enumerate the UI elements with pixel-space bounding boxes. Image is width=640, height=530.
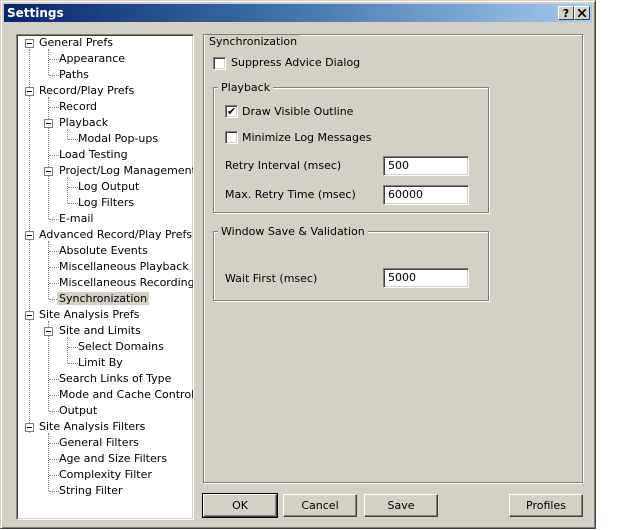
tree-item-output[interactable]: Output (59, 403, 97, 419)
tree-item-record[interactable]: Record (59, 99, 97, 115)
tree-item-misc-recording[interactable]: Miscellaneous Recording (59, 275, 193, 291)
wait-first-input[interactable]: 5000 (383, 268, 469, 288)
window-save-group (213, 231, 489, 301)
settings-window: Settings ? General Prefs Appearance Path… (0, 0, 596, 529)
max-retry-label: Max. Retry Time (msec) (225, 188, 356, 201)
collapse-icon[interactable] (25, 231, 34, 240)
tree-item-general-prefs[interactable]: General Prefs (39, 35, 113, 51)
tree-line (48, 49, 49, 75)
tree-item-string-filter[interactable]: String Filter (59, 483, 123, 499)
suppress-advice-checkbox[interactable] (213, 57, 226, 70)
retry-interval-input[interactable]: 500 (383, 156, 469, 176)
tree-item-misc-playback[interactable]: Miscellaneous Playback (59, 259, 189, 275)
tree-item-site-analysis-filters[interactable]: Site Analysis Filters (39, 419, 145, 435)
tree-line (68, 139, 78, 140)
tree-line (48, 241, 49, 299)
tree-line (68, 363, 78, 364)
tree-line (49, 475, 59, 476)
collapse-icon[interactable] (25, 311, 34, 320)
tree-line (49, 75, 59, 76)
tree-line (49, 395, 59, 396)
title-bar: Settings ? (4, 4, 592, 22)
collapse-icon[interactable] (25, 39, 34, 48)
tree-line (49, 219, 59, 220)
minimize-log-checkbox[interactable] (225, 131, 238, 144)
collapse-icon[interactable] (44, 119, 53, 128)
tree-item-email[interactable]: E-mail (59, 211, 94, 227)
tree-item-load-testing[interactable]: Load Testing (59, 147, 128, 163)
tree-item-site-and-limits[interactable]: Site and Limits (59, 323, 141, 339)
tree-line (49, 459, 59, 460)
tree-line (49, 443, 59, 444)
tree-item-limit-by[interactable]: Limit By (78, 355, 123, 371)
tree-line (49, 107, 59, 108)
suppress-advice-label: Suppress Advice Dialog (231, 56, 361, 69)
tree-item-log-filters[interactable]: Log Filters (78, 195, 134, 211)
close-icon (577, 8, 587, 18)
window-save-group-title: Window Save & Validation (218, 225, 368, 239)
max-retry-input[interactable]: 60000 (383, 185, 469, 205)
tree-item-select-domains[interactable]: Select Domains (78, 339, 164, 355)
draw-outline-label: Draw Visible Outline (242, 105, 354, 118)
tree-line (49, 251, 59, 252)
tree-line (49, 155, 59, 156)
tree-item-appearance[interactable]: Appearance (59, 51, 125, 67)
tree-line (49, 379, 59, 380)
tree-line (67, 177, 68, 203)
tree-line (68, 347, 78, 348)
tree-item-general-filters[interactable]: General Filters (59, 435, 139, 451)
tree-item-playback[interactable]: Playback (59, 115, 108, 131)
tree-item-project-log-management[interactable]: Project/Log Management (59, 163, 193, 179)
help-button[interactable]: ? (558, 6, 574, 20)
close-button[interactable] (574, 6, 590, 20)
ok-button[interactable]: OK (202, 493, 278, 518)
tree-line (48, 433, 49, 491)
cancel-button[interactable]: Cancel (283, 494, 357, 517)
tree-item-site-analysis-prefs[interactable]: Site Analysis Prefs (39, 307, 140, 323)
tree-item-advanced-record-play-prefs[interactable]: Advanced Record/Play Prefs (39, 227, 192, 243)
tree-line (29, 49, 30, 433)
minimize-log-label: Minimize Log Messages (242, 131, 372, 144)
window-title: Settings (7, 6, 64, 20)
draw-outline-checkbox[interactable]: ✔ (225, 105, 238, 118)
retry-interval-label: Retry Interval (msec) (225, 159, 342, 172)
tree-line (48, 97, 49, 219)
panel-title: Synchronization (206, 35, 301, 49)
tree-item-paths[interactable]: Paths (59, 67, 89, 83)
tree-item-absolute-events[interactable]: Absolute Events (59, 243, 148, 259)
collapse-icon[interactable] (44, 327, 53, 336)
tree-item-search-links[interactable]: Search Links of Type (59, 371, 171, 387)
playback-group-title: Playback (218, 81, 274, 95)
tree-item-log-output[interactable]: Log Output (78, 179, 139, 195)
tree-item-mode-cache-control[interactable]: Mode and Cache Control (59, 387, 193, 403)
tree-line (49, 59, 59, 60)
tree-item-age-size-filters[interactable]: Age and Size Filters (59, 451, 167, 467)
tree-item-record-play-prefs[interactable]: Record/Play Prefs (39, 83, 134, 99)
save-button[interactable]: Save (364, 494, 438, 517)
collapse-icon[interactable] (25, 423, 34, 432)
tree-item-complexity-filter[interactable]: Complexity Filter (59, 467, 152, 483)
tree-line (68, 203, 78, 204)
tree-item-synchronization[interactable]: Synchronization (57, 291, 150, 307)
tree-line (49, 267, 59, 268)
profiles-button[interactable]: Profiles (509, 494, 583, 517)
tree-line (49, 283, 59, 284)
collapse-icon[interactable] (25, 87, 34, 96)
settings-tree[interactable]: General Prefs Appearance Paths Record/Pl… (16, 34, 194, 520)
tree-line (68, 187, 78, 188)
wait-first-label: Wait First (msec) (225, 272, 318, 285)
tree-line (49, 491, 59, 492)
tree-line (67, 337, 68, 363)
collapse-icon[interactable] (44, 167, 53, 176)
tree-line (49, 411, 59, 412)
tree-item-modal-popups[interactable]: Modal Pop-ups (78, 131, 158, 147)
